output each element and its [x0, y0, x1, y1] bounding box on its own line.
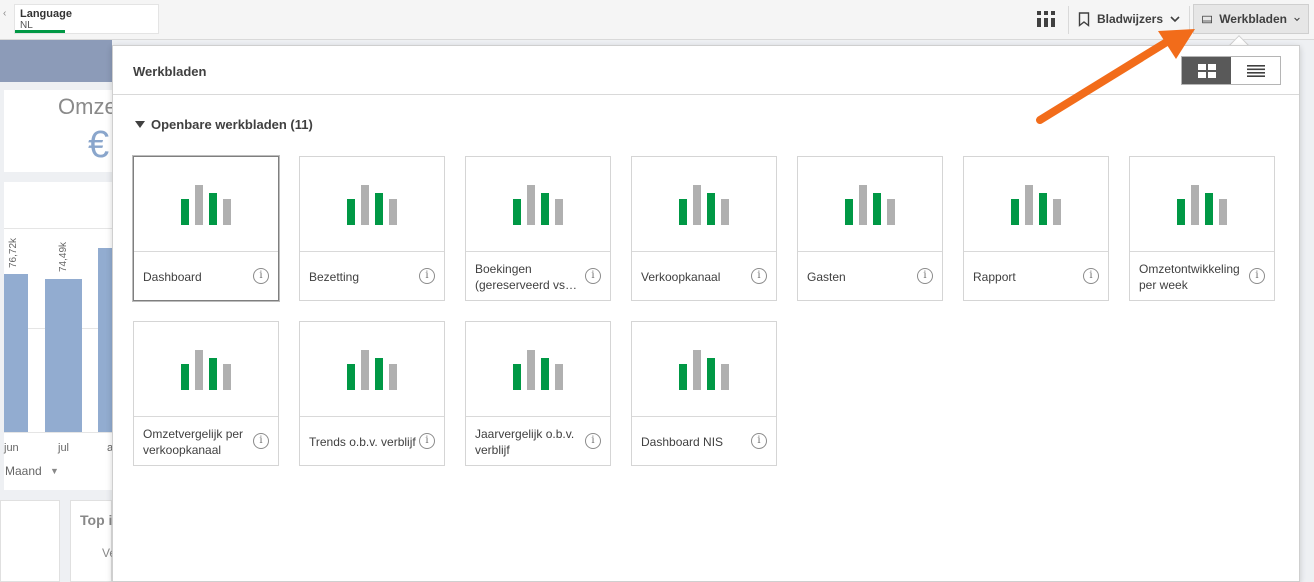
info-icon[interactable]: i	[1083, 268, 1099, 284]
sheet-icon	[1202, 15, 1212, 23]
info-icon[interactable]: i	[585, 268, 601, 284]
panel-title: Werkbladen	[133, 64, 207, 79]
bar-chart-icon	[845, 185, 895, 225]
sheet-card[interactable]: Verkoopkanaal i	[631, 156, 777, 301]
bar-value-label: 74,49k	[58, 241, 69, 272]
sheet-title: Rapport	[973, 269, 1016, 284]
sheet-thumbnail	[466, 157, 610, 252]
sheet-card[interactable]: Omzetvergelijk per verkoopkanaal i	[133, 321, 279, 466]
sheet-title: Dashboard NIS	[641, 434, 724, 449]
sheet-card[interactable]: Boekingen (gereserveerd vs… i	[465, 156, 611, 301]
kpi-value: €	[88, 124, 110, 166]
caret-down-icon[interactable]: ▼	[50, 466, 59, 476]
caret-down-icon	[135, 121, 145, 128]
kpi-title: Omze	[58, 94, 117, 119]
sheet-title: Verkoopkanaal	[641, 269, 721, 284]
sheet-card[interactable]: Gasten i	[797, 156, 943, 301]
sheet-title: Jaarvergelijk o.b.v. verblijf	[475, 426, 575, 457]
sheets-button[interactable]: Werkbladen	[1193, 4, 1309, 34]
bar-chart-icon	[679, 185, 729, 225]
kpi-card[interactable]: Omze €	[4, 90, 117, 172]
grid-view-icon	[1197, 63, 1216, 78]
sheet-card[interactable]: Dashboard i	[133, 156, 279, 301]
chart-bar[interactable]	[45, 279, 82, 432]
info-icon[interactable]: i	[751, 433, 767, 449]
sheet-card[interactable]: Bezetting i	[299, 156, 445, 301]
info-icon[interactable]: i	[419, 433, 435, 449]
language-filter-label: Language	[20, 8, 72, 20]
sheet-thumbnail	[134, 322, 278, 417]
sheet-header-band	[0, 40, 112, 82]
top-chart-title: Top i	[80, 512, 113, 528]
sheet-thumbnail	[134, 157, 278, 252]
sheets-label: Werkbladen	[1219, 12, 1287, 26]
list-view-icon	[1246, 64, 1265, 77]
chevron-down-icon	[1294, 17, 1300, 21]
x-tick-label: jun	[4, 442, 19, 454]
bookmarks-label: Bladwijzers	[1097, 12, 1164, 26]
dimension-selector-label[interactable]: Maand	[5, 464, 42, 478]
info-icon[interactable]: i	[1249, 268, 1265, 284]
sheet-card[interactable]: Rapport i	[963, 156, 1109, 301]
info-icon[interactable]: i	[419, 268, 435, 284]
sheet-card[interactable]: Dashboard NIS i	[631, 321, 777, 466]
section-title: Openbare werkbladen (11)	[151, 117, 313, 132]
language-filter-selection-bar	[15, 30, 65, 33]
bottom-card	[0, 500, 60, 582]
grid-line	[4, 432, 112, 433]
sheet-card[interactable]: Omzetontwikkeling per week i	[1129, 156, 1275, 301]
sheet-title: Omzetvergelijk per verkoopkanaal	[143, 426, 244, 457]
bar-chart-icon	[347, 185, 397, 225]
chart-bar[interactable]	[4, 274, 28, 432]
sheet-title: Gasten	[807, 269, 846, 284]
list-view-button[interactable]	[1231, 57, 1280, 84]
info-icon[interactable]: i	[585, 433, 601, 449]
sheet-thumbnail	[466, 322, 610, 417]
sheet-title: Trends o.b.v. verblijf	[309, 434, 416, 449]
bar-chart-card[interactable]: 76,72k 74,49k jun jul a	[4, 182, 113, 490]
grid-line	[4, 228, 112, 229]
bar-chart-icon	[1177, 185, 1227, 225]
chart-bar[interactable]	[98, 248, 112, 432]
public-sheets-section-toggle[interactable]: Openbare werkbladen (11)	[135, 117, 313, 132]
annotation-arrow-shaft	[1036, 36, 1174, 124]
sheet-title: Boekingen (gereserveerd vs…	[475, 261, 578, 292]
sheet-thumbnail	[300, 157, 444, 252]
sheet-title: Omzetontwikkeling per week	[1139, 261, 1240, 292]
info-icon[interactable]: i	[253, 433, 269, 449]
info-icon[interactable]: i	[751, 268, 767, 284]
x-tick-label: jul	[58, 442, 70, 454]
bar-chart-icon	[181, 185, 231, 225]
sheet-thumbnail	[300, 322, 444, 417]
sheet-thumbnail	[964, 157, 1108, 252]
bar-chart-icon	[347, 350, 397, 390]
sheet-thumbnail	[798, 157, 942, 252]
sheet-thumbnail	[632, 322, 776, 417]
bar-chart-icon	[1011, 185, 1061, 225]
chevron-down-icon	[1170, 15, 1180, 22]
sheet-thumbnail	[1130, 157, 1274, 252]
sheet-card[interactable]: Jaarvergelijk o.b.v. verblijf i	[465, 321, 611, 466]
bar-chart-icon	[679, 350, 729, 390]
bar-value-label: 76,72k	[8, 237, 19, 268]
left-edge-mark: ‹	[3, 8, 7, 19]
bar-chart-icon	[513, 185, 563, 225]
info-icon[interactable]: i	[253, 268, 269, 284]
sheet-thumbnail	[632, 157, 776, 252]
language-filter-pane[interactable]: Language NL	[14, 4, 159, 34]
info-icon[interactable]: i	[917, 268, 933, 284]
bar-chart-icon	[513, 350, 563, 390]
sheet-title: Bezetting	[309, 269, 360, 284]
bar-chart-icon	[181, 350, 231, 390]
annotation-arrow	[1036, 29, 1195, 124]
sheet-title: Dashboard	[143, 269, 202, 284]
sheet-card[interactable]: Trends o.b.v. verblijf i	[299, 321, 445, 466]
